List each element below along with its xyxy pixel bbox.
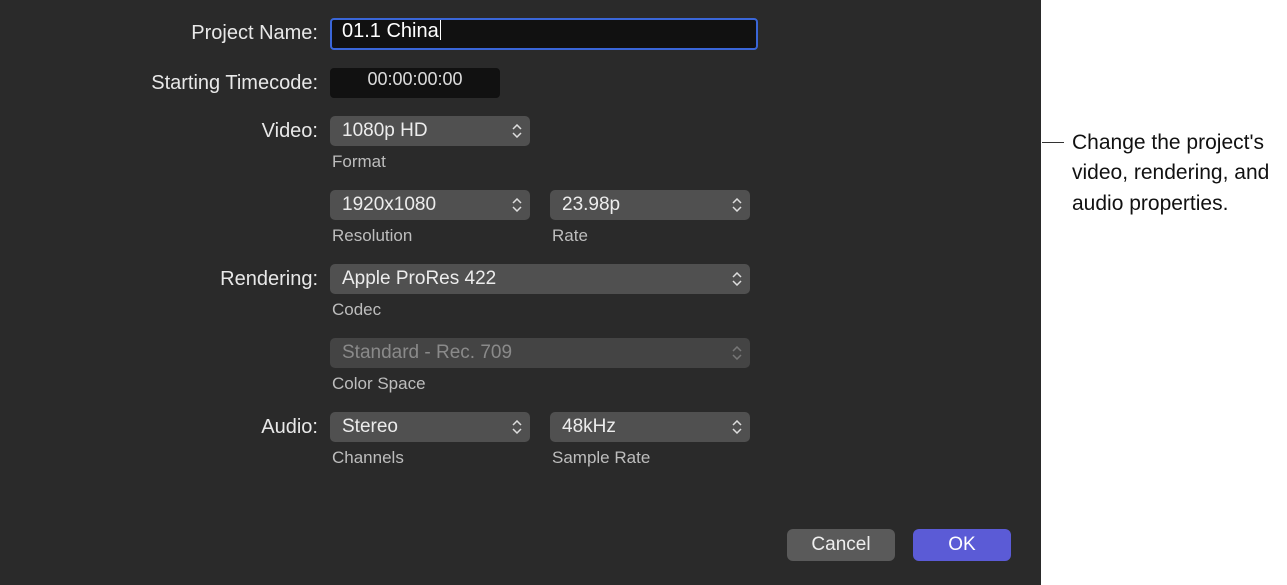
cancel-button[interactable]: Cancel bbox=[787, 529, 895, 561]
callout-line bbox=[1042, 142, 1064, 143]
chevron-updown-icon bbox=[510, 418, 524, 436]
row-rendering: Rendering: Apple ProRes 422 Codec Standa… bbox=[30, 264, 1011, 394]
video-format-sublabel: Format bbox=[332, 152, 1011, 172]
rendering-codec-select[interactable]: Apple ProRes 422 bbox=[330, 264, 750, 294]
chevron-updown-icon bbox=[730, 418, 744, 436]
label-project-name: Project Name: bbox=[30, 18, 330, 48]
chevron-updown-icon bbox=[730, 196, 744, 214]
starting-timecode-value: 00:00:00:00 bbox=[367, 69, 462, 89]
dialog-buttons: Cancel OK bbox=[787, 529, 1011, 561]
chevron-updown-icon bbox=[730, 344, 744, 362]
rendering-codec-value: Apple ProRes 422 bbox=[342, 268, 496, 289]
video-rate-select[interactable]: 23.98p bbox=[550, 190, 750, 220]
audio-samplerate-select[interactable]: 48kHz bbox=[550, 412, 750, 442]
video-resolution-sublabel: Resolution bbox=[332, 226, 530, 246]
label-starting-timecode: Starting Timecode: bbox=[30, 68, 330, 98]
chevron-updown-icon bbox=[510, 122, 524, 140]
rendering-colorspace-select: Standard - Rec. 709 bbox=[330, 338, 750, 368]
video-resolution-value: 1920x1080 bbox=[342, 194, 436, 215]
rendering-codec-sublabel: Codec bbox=[332, 300, 1011, 320]
row-project-name: Project Name: 01.1 China bbox=[30, 18, 1011, 50]
row-audio: Audio: Stereo Channels 48kHz bbox=[30, 412, 1011, 468]
label-audio: Audio: bbox=[30, 412, 330, 442]
audio-samplerate-sublabel: Sample Rate bbox=[552, 448, 750, 468]
video-resolution-select[interactable]: 1920x1080 bbox=[330, 190, 530, 220]
video-rate-value: 23.98p bbox=[562, 194, 620, 215]
audio-channels-value: Stereo bbox=[342, 416, 398, 437]
chevron-updown-icon bbox=[510, 196, 524, 214]
project-name-value: 01.1 China bbox=[342, 20, 439, 42]
starting-timecode-input[interactable]: 00:00:00:00 bbox=[330, 68, 500, 98]
annotation-text: Change the project's video, rendering, a… bbox=[1072, 128, 1272, 219]
video-format-value: 1080p HD bbox=[342, 120, 428, 141]
rendering-colorspace-value: Standard - Rec. 709 bbox=[342, 342, 512, 363]
audio-samplerate-value: 48kHz bbox=[562, 416, 616, 437]
audio-channels-select[interactable]: Stereo bbox=[330, 412, 530, 442]
label-rendering: Rendering: bbox=[30, 264, 330, 294]
video-rate-sublabel: Rate bbox=[552, 226, 750, 246]
ok-button[interactable]: OK bbox=[913, 529, 1011, 561]
label-video: Video: bbox=[30, 116, 330, 146]
text-cursor bbox=[440, 20, 441, 40]
chevron-updown-icon bbox=[730, 270, 744, 288]
rendering-colorspace-sublabel: Color Space bbox=[332, 374, 1011, 394]
project-settings-panel: Project Name: 01.1 China Starting Timeco… bbox=[0, 0, 1041, 585]
project-name-input[interactable]: 01.1 China bbox=[330, 18, 758, 50]
row-video: Video: 1080p HD Format 1920x1080 bbox=[30, 116, 1011, 246]
audio-channels-sublabel: Channels bbox=[332, 448, 530, 468]
row-starting-timecode: Starting Timecode: 00:00:00:00 bbox=[30, 68, 1011, 98]
video-format-select[interactable]: 1080p HD bbox=[330, 116, 530, 146]
